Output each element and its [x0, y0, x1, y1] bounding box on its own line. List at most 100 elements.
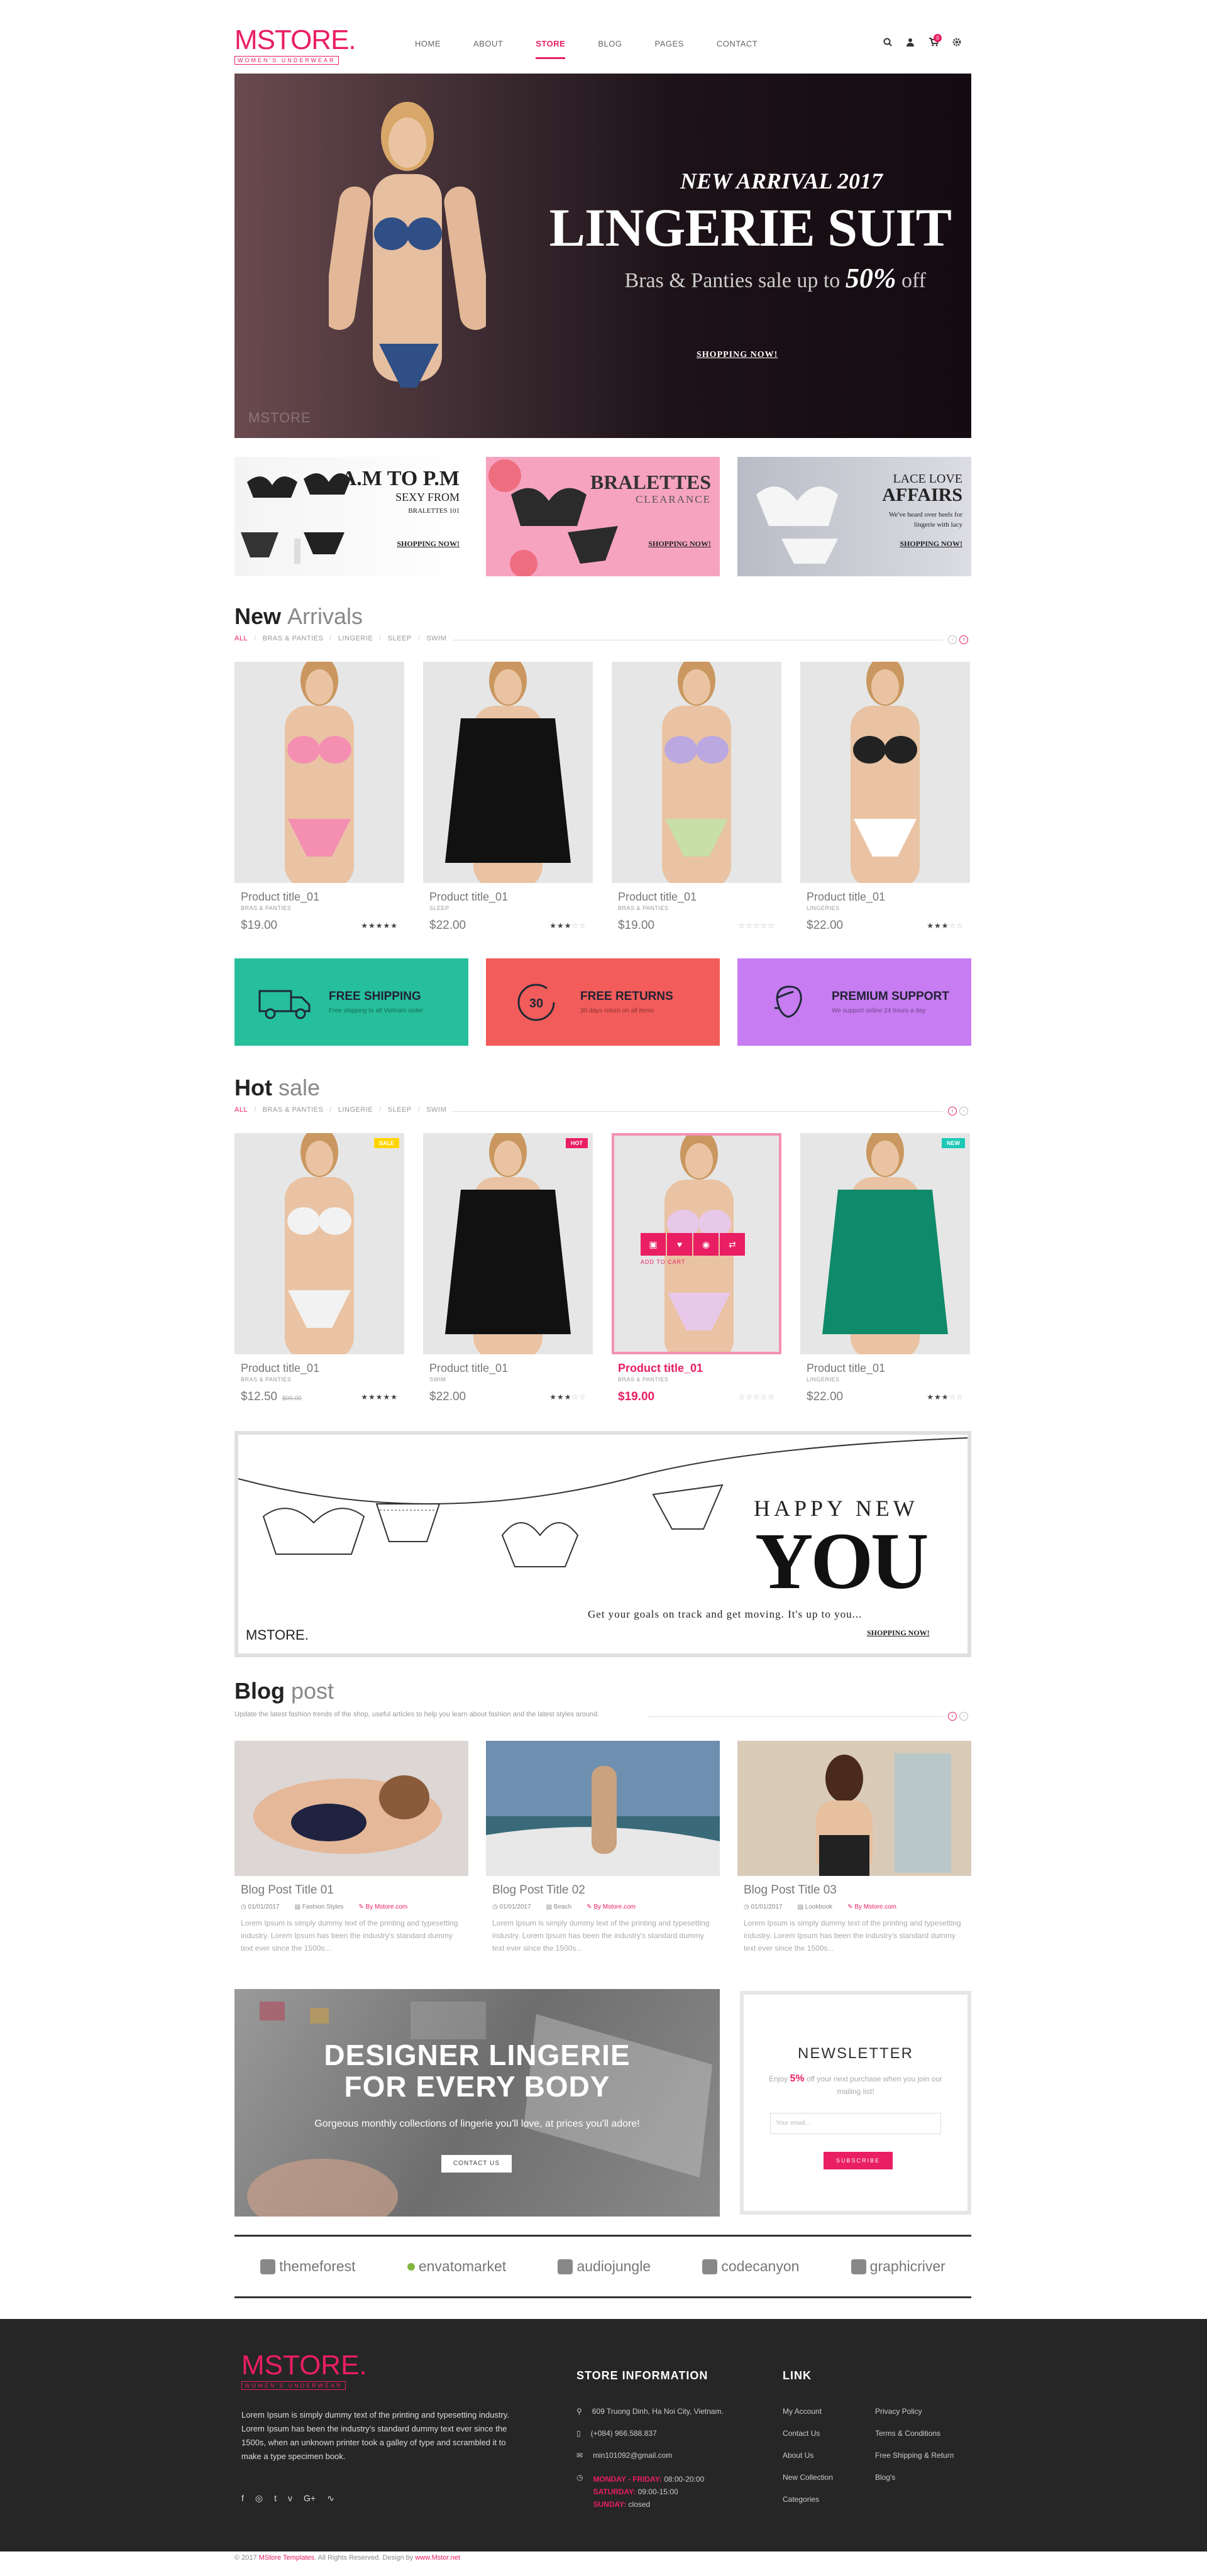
footer-link[interactable]: About Us: [783, 2451, 813, 2460]
blog-title[interactable]: Blog Post Title 01: [241, 1883, 462, 1897]
hero-banner: NEW ARRIVAL 2017 LINGERIE SUIT Bras & Pa…: [234, 74, 971, 438]
google-plus-icon[interactable]: G+: [304, 2493, 316, 2504]
product-card[interactable]: Product title_01 BRAS & PANTIES $19.00 ☆☆☆☆…: [612, 662, 781, 933]
nav-home[interactable]: HOME: [415, 39, 441, 59]
tab-bras-panties[interactable]: BRAS & PANTIES: [263, 635, 324, 642]
product-title[interactable]: Product title_01: [807, 1362, 970, 1375]
next-arrow-icon[interactable]: ›: [959, 635, 968, 644]
tab-bras-panties[interactable]: BRAS & PANTIES: [263, 1106, 324, 1114]
footer-link[interactable]: My Account: [783, 2407, 822, 2416]
blog-card[interactable]: Blog Post Title 01 ◷ 01/01/2017 ▤ Fashion …: [234, 1741, 468, 1954]
footer-link[interactable]: Free Shipping & Return: [875, 2451, 954, 2460]
subscribe-button[interactable]: SUBSCRIBE: [824, 2152, 893, 2169]
product-title[interactable]: Product title_01: [618, 1362, 781, 1375]
cart-icon[interactable]: 0: [929, 34, 942, 49]
happy-desc: Get your goals on track and get moving. …: [588, 1608, 863, 1620]
newsletter-email-input[interactable]: Your email...: [770, 2113, 941, 2134]
promo-card[interactable]: LACE LOVE AFFAIRS We've heard over heels…: [737, 457, 971, 576]
happy-logo: MSTORE.: [246, 1627, 309, 1643]
promo-shop-button[interactable]: SHOPPING NOW!: [648, 539, 711, 549]
blog-title[interactable]: Blog Post Title 03: [744, 1883, 965, 1897]
blog-title[interactable]: Blog Post Title 02: [492, 1883, 714, 1897]
newsletter-box: NEWSLETTER Enjoy 5% off your next purcha…: [740, 1991, 971, 2215]
product-title[interactable]: Product title_01: [241, 1362, 404, 1375]
promo-shop-button[interactable]: SHOPPING NOW!: [397, 539, 460, 549]
nav-contact[interactable]: CONTACT: [717, 39, 758, 59]
brand-codecanyon[interactable]: codecanyon: [702, 2258, 799, 2275]
search-icon[interactable]: [883, 38, 892, 49]
facebook-icon[interactable]: f: [241, 2493, 244, 2504]
footer-link[interactable]: Blog's: [875, 2473, 895, 2482]
product-price: $19.00: [618, 919, 655, 932]
product-title[interactable]: Product title_01: [807, 891, 970, 904]
heart-icon[interactable]: ♥: [667, 1233, 692, 1256]
product-price: $19.00: [618, 1390, 655, 1403]
eye-icon[interactable]: ◉: [693, 1233, 719, 1256]
store-hours: ◷ MONDAY - FRIDAY: 08:00-20:00 SATURDAY:…: [576, 2473, 704, 2511]
store-email[interactable]: ✉ min101092@gmail.com: [576, 2451, 672, 2460]
footer-link[interactable]: New Collection: [783, 2473, 833, 2482]
cart-icon[interactable]: ▣: [641, 1233, 666, 1256]
brand-themeforest[interactable]: themeforest: [260, 2258, 356, 2275]
tab-lingerie[interactable]: LINGERIE: [338, 635, 373, 642]
footer-link[interactable]: Terms & Conditions: [875, 2429, 940, 2438]
tab-all[interactable]: ALL: [234, 1106, 248, 1114]
blog-card[interactable]: Blog Post Title 02 ◷ 01/01/2017 ▤ Beach ✎ B…: [486, 1741, 720, 1954]
promo-title: A.M TO P.M: [341, 467, 460, 490]
tab-sleep[interactable]: SLEEP: [388, 635, 412, 642]
tab-swim[interactable]: SWIM: [426, 1106, 446, 1114]
user-icon[interactable]: [906, 38, 915, 49]
nav-store[interactable]: STORE: [536, 39, 566, 59]
promo-card[interactable]: BRALETTES CLEARANCE SHOPPING NOW!: [486, 457, 720, 576]
product-card[interactable]: Product title_01 SLEEP $22.00 ★★★☆☆: [423, 662, 593, 933]
add-to-cart-label[interactable]: ADD TO CART: [641, 1259, 686, 1265]
footer-logo[interactable]: MSTORE. WOMEN'S UNDERWEAR: [241, 2352, 367, 2391]
tab-sleep[interactable]: SLEEP: [388, 1106, 412, 1114]
footer-link[interactable]: Privacy Policy: [875, 2407, 922, 2416]
product-card[interactable]: Product title_01 BRAS & PANTIES $19.00 ★★★★…: [234, 662, 404, 933]
nav-pages[interactable]: PAGES: [654, 39, 683, 59]
prev-arrow-icon[interactable]: ‹: [948, 635, 957, 644]
next-arrow-icon[interactable]: ›: [959, 1107, 968, 1115]
brand-audiojungle[interactable]: audiojungle: [558, 2258, 651, 2275]
brand-envatomarket[interactable]: envatomarket: [407, 2258, 506, 2275]
tab-swim[interactable]: SWIM: [426, 635, 446, 642]
hero-model-image: [329, 102, 486, 388]
hero-shop-button[interactable]: SHOPPING NOW!: [697, 350, 778, 360]
product-card[interactable]: ▣ ♥ ◉ ⇄ ADD TO CART Product title_01 BRAS & PA…: [612, 1133, 781, 1404]
blog-card[interactable]: Blog Post Title 03 ◷ 01/01/2017 ▤ Lookbook…: [737, 1741, 971, 1954]
nav-blog[interactable]: BLOG: [598, 39, 622, 59]
contact-us-button[interactable]: CONTACT US: [441, 2155, 512, 2173]
compare-icon[interactable]: ⇄: [720, 1233, 745, 1256]
rss-icon[interactable]: ∿: [327, 2493, 334, 2504]
twitter-icon[interactable]: t: [274, 2493, 277, 2504]
feature-free-returns: 30 FREE RETURNS 30 days return on all ite…: [486, 958, 720, 1046]
product-image: [285, 662, 354, 883]
product-card[interactable]: Product title_01 LINGERIES $22.00 ★★★☆☆: [800, 662, 970, 933]
happy-shop-button[interactable]: SHOPPING NOW!: [867, 1628, 930, 1638]
product-card[interactable]: HOT Product title_01 SWIM $22.00 ★★★☆☆: [423, 1133, 593, 1404]
site-logo[interactable]: MSTORE. WOMEN'S UNDERWEAR: [234, 26, 356, 65]
footer-link[interactable]: Contact Us: [783, 2429, 820, 2438]
instagram-icon[interactable]: ◎: [255, 2493, 263, 2504]
tab-all[interactable]: ALL: [234, 635, 248, 642]
promo-shop-button[interactable]: SHOPPING NOW!: [900, 539, 962, 549]
next-arrow-icon[interactable]: ›: [959, 1712, 968, 1721]
product-title[interactable]: Product title_01: [241, 891, 404, 904]
tab-lingerie[interactable]: LINGERIE: [338, 1106, 373, 1114]
promo-card[interactable]: A.M TO P.M SEXY FROM BRALETTES 101 SHOPP…: [234, 457, 468, 576]
vimeo-icon[interactable]: v: [288, 2493, 292, 2504]
gear-icon[interactable]: [952, 38, 961, 49]
footer-link[interactable]: Categories: [783, 2495, 819, 2504]
prev-arrow-icon[interactable]: ‹: [948, 1107, 957, 1115]
prev-arrow-icon[interactable]: ‹: [948, 1712, 957, 1721]
product-category: LINGERIES: [807, 1376, 840, 1383]
nav-about[interactable]: ABOUT: [473, 39, 503, 59]
brand-graphicriver[interactable]: graphicriver: [851, 2258, 945, 2275]
product-card[interactable]: NEW Product title_01 LINGERIES $22.00 ★★★☆☆: [800, 1133, 970, 1404]
product-title[interactable]: Product title_01: [429, 1362, 593, 1375]
product-title[interactable]: Product title_01: [618, 891, 781, 904]
product-title[interactable]: Product title_01: [429, 891, 593, 904]
product-card[interactable]: SALE Product title_01 BRAS & PANTIES $12.50…: [234, 1133, 404, 1404]
product-rating: ★★★☆☆: [927, 1393, 964, 1401]
